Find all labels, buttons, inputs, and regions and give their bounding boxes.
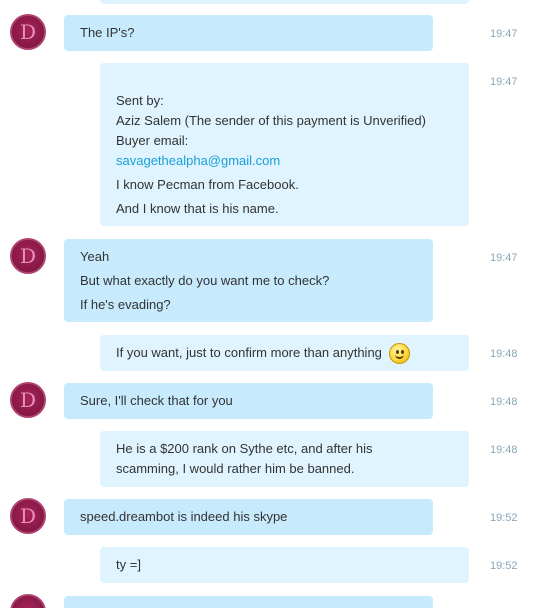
message-bubble-outgoing[interactable]: ty =] — [100, 547, 469, 583]
message-text: Buyer email: — [116, 133, 189, 148]
message-timestamp: 19:52 — [490, 512, 518, 524]
message-bubble-incoming[interactable]: Yeah But what exactly do you want me to … — [64, 239, 433, 322]
message-timestamp: 19:48 — [490, 444, 518, 456]
clipped-message-bubble-top — [100, 0, 469, 4]
avatar-letter: D — [19, 504, 37, 528]
email-link[interactable]: savagethealpha@gmail.com — [116, 153, 280, 168]
message-text: I know Pecman from Facebook. — [116, 177, 299, 192]
message-text: And I know that is his name. — [116, 201, 279, 216]
message-bubble-outgoing[interactable]: If you want, just to confirm more than a… — [100, 335, 469, 371]
message-timestamp: 19:48 — [490, 396, 518, 408]
message-bubble-outgoing[interactable]: He is a $200 rank on Sythe etc, and afte… — [100, 431, 469, 487]
avatar-letter: D — [19, 388, 37, 412]
message-bubble-incoming[interactable]: Sure, I'll check that for you — [64, 383, 433, 419]
message-text: Yeah — [80, 249, 110, 264]
message-text: Sure, I'll check that for you — [80, 393, 233, 408]
message-text: The IP's? — [80, 25, 135, 40]
message-text: speed.dreambot is indeed his skype — [80, 509, 288, 524]
message-text: scamming, I would rather him be banned. — [116, 461, 355, 476]
message-bubble-incoming[interactable]: speed.dreambot is indeed his skype — [64, 499, 433, 535]
message-text: But what exactly do you want me to check… — [80, 273, 330, 288]
chat-conversation: D The IP's? 19:47 Sent by: Aziz Salem (T… — [0, 0, 537, 608]
contact-avatar[interactable]: D — [10, 238, 46, 274]
contact-avatar[interactable]: D — [10, 14, 46, 50]
message-text: He is a $200 rank on Sythe etc, and afte… — [116, 441, 373, 456]
contact-avatar[interactable]: D — [10, 382, 46, 418]
avatar-letter: D — [19, 20, 37, 44]
message-text: If he's evading? — [80, 297, 171, 312]
avatar-letter: D — [19, 244, 37, 268]
smiley-mouth — [395, 354, 404, 359]
message-timestamp: 19:48 — [490, 348, 518, 360]
message-text: Sent by: — [116, 93, 164, 108]
message-timestamp: 19:47 — [490, 252, 518, 264]
message-text: ty =] — [116, 557, 141, 572]
message-timestamp: 19:47 — [490, 28, 518, 40]
clipped-message-bubble-bottom — [64, 596, 433, 608]
smiley-emoticon-icon — [389, 343, 410, 364]
message-timestamp: 19:52 — [490, 560, 518, 572]
contact-avatar-clipped[interactable] — [10, 594, 46, 608]
message-timestamp: 19:47 — [490, 76, 518, 88]
message-text: Aziz Salem (The sender of this payment i… — [116, 113, 426, 128]
contact-avatar[interactable]: D — [10, 498, 46, 534]
message-text: If you want, just to confirm more than a… — [116, 345, 382, 360]
message-bubble-incoming[interactable]: The IP's? — [64, 15, 433, 51]
message-bubble-outgoing[interactable]: Sent by: Aziz Salem (The sender of this … — [100, 63, 469, 226]
